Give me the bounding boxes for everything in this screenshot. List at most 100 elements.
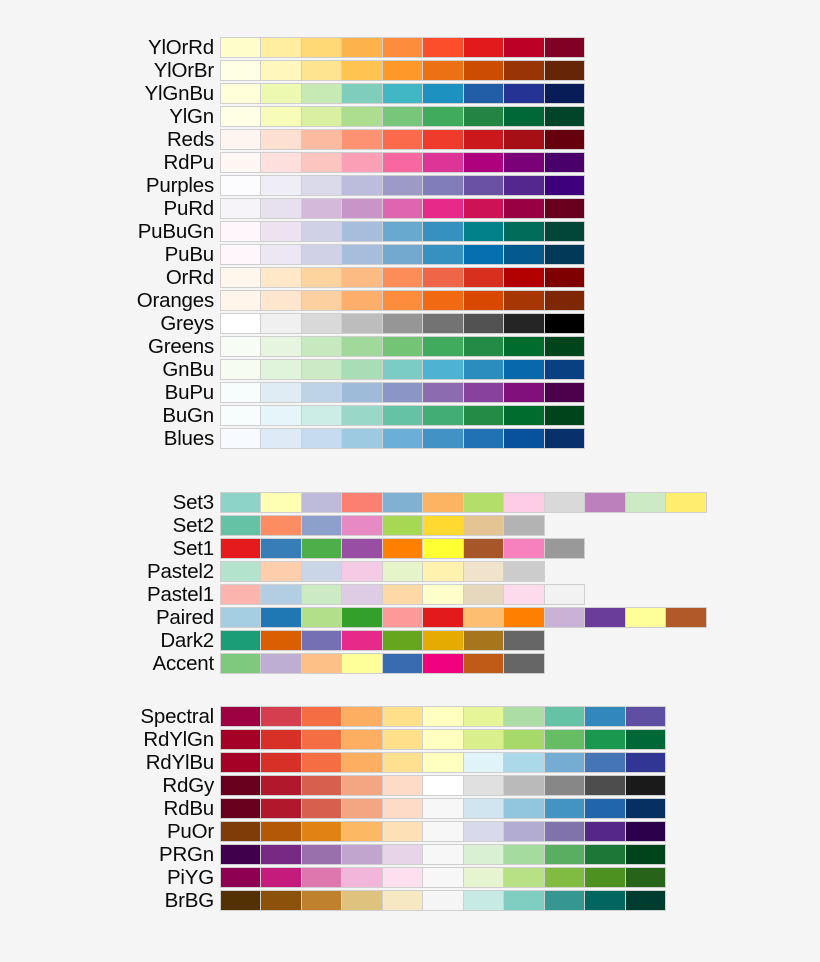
color-swatch — [504, 608, 544, 627]
color-swatch — [221, 516, 261, 535]
color-swatch — [585, 891, 625, 910]
color-swatch — [221, 406, 261, 425]
palette-swatch-strip — [220, 129, 586, 150]
color-swatch — [342, 245, 382, 264]
color-swatch — [504, 516, 544, 535]
palette-row: Greens — [0, 335, 820, 358]
color-swatch — [463, 608, 504, 627]
color-swatch — [301, 245, 342, 264]
color-swatch — [342, 845, 382, 864]
color-swatch — [261, 753, 301, 772]
color-swatch — [504, 153, 544, 172]
palette-label: Pastel2 — [147, 560, 214, 583]
palette-row: RdBu — [0, 797, 820, 820]
color-swatch — [261, 38, 301, 57]
color-swatch — [261, 291, 301, 310]
color-swatch — [423, 268, 463, 287]
color-swatch — [504, 268, 544, 287]
palette-swatch-strip — [220, 382, 586, 403]
color-swatch — [423, 631, 463, 650]
color-swatch — [463, 337, 504, 356]
color-swatch — [261, 730, 301, 749]
palette-row: Oranges — [0, 289, 820, 312]
palette-row: OrRd — [0, 266, 820, 289]
color-swatch — [423, 61, 463, 80]
color-swatch — [382, 822, 423, 841]
palette-swatch-strip — [220, 653, 545, 674]
color-swatch — [544, 199, 585, 218]
color-swatch — [463, 406, 504, 425]
color-swatch — [342, 730, 382, 749]
color-swatch — [382, 429, 423, 448]
palette-swatch-strip — [220, 515, 545, 536]
color-swatch — [301, 776, 342, 795]
color-swatch — [221, 799, 261, 818]
color-swatch — [463, 245, 504, 264]
color-swatch — [504, 562, 544, 581]
color-swatch — [382, 268, 423, 287]
color-swatch — [382, 776, 423, 795]
palette-label: BuGn — [162, 404, 214, 427]
color-swatch — [504, 406, 544, 425]
color-swatch — [504, 493, 544, 512]
color-swatch — [382, 608, 423, 627]
color-swatch — [342, 776, 382, 795]
color-swatch — [423, 429, 463, 448]
color-swatch — [423, 845, 463, 864]
palette-label: PuBu — [164, 243, 215, 266]
color-swatch — [423, 153, 463, 172]
color-swatch — [301, 107, 342, 126]
color-swatch — [504, 539, 544, 558]
color-swatch — [221, 429, 261, 448]
palette-row: YlGnBu — [0, 82, 820, 105]
color-swatch — [261, 562, 301, 581]
palette-row: Pastel1 — [0, 583, 820, 606]
color-swatch — [625, 753, 666, 772]
color-swatch — [382, 130, 423, 149]
color-swatch — [382, 314, 423, 333]
color-swatch — [342, 799, 382, 818]
color-swatch — [342, 608, 382, 627]
color-swatch — [382, 868, 423, 887]
color-swatch — [625, 493, 666, 512]
color-swatch — [342, 406, 382, 425]
palette-swatch-strip — [220, 175, 586, 196]
color-swatch — [463, 868, 504, 887]
color-swatch — [301, 291, 342, 310]
color-swatch — [342, 176, 382, 195]
color-swatch — [423, 245, 463, 264]
color-swatch — [504, 730, 544, 749]
color-swatch — [261, 84, 301, 103]
color-swatch — [221, 153, 261, 172]
color-swatch — [221, 383, 261, 402]
color-swatch — [382, 291, 423, 310]
color-swatch — [342, 199, 382, 218]
color-swatch — [463, 38, 504, 57]
color-swatch — [261, 868, 301, 887]
palette-label: Dark2 — [160, 629, 214, 652]
color-swatch — [261, 429, 301, 448]
palette-row: BuGn — [0, 404, 820, 427]
palette-figure: YlOrRd YlOrBr YlGnBu YlGn Reds RdPu Purples PuR… — [0, 0, 820, 962]
palette-row: Dark2 — [0, 629, 820, 652]
palette-label: PuOr — [166, 820, 214, 843]
palette-row: RdPu — [0, 151, 820, 174]
color-swatch — [463, 753, 504, 772]
palette-label: BuPu — [164, 381, 215, 404]
color-swatch — [463, 314, 504, 333]
color-swatch — [221, 245, 261, 264]
palette-swatch-strip — [220, 221, 586, 242]
palette-label: PiYG — [166, 866, 214, 889]
color-swatch — [301, 730, 342, 749]
color-swatch — [382, 38, 423, 57]
palette-swatch-strip — [220, 890, 667, 911]
color-swatch — [382, 753, 423, 772]
color-swatch — [221, 585, 261, 604]
palette-swatch-strip — [220, 83, 586, 104]
color-swatch — [261, 608, 301, 627]
color-swatch — [342, 654, 382, 673]
palette-group-qualitative: Set3 Set2 Set1 Pastel2 Pastel1 Paired Dark2 Acc… — [0, 491, 820, 675]
color-swatch — [544, 776, 585, 795]
palette-swatch-strip — [220, 729, 667, 750]
palette-group-diverging: Spectral RdYlGn RdYlBu RdGy RdBu PuOr PRGn PiYG… — [0, 705, 820, 912]
